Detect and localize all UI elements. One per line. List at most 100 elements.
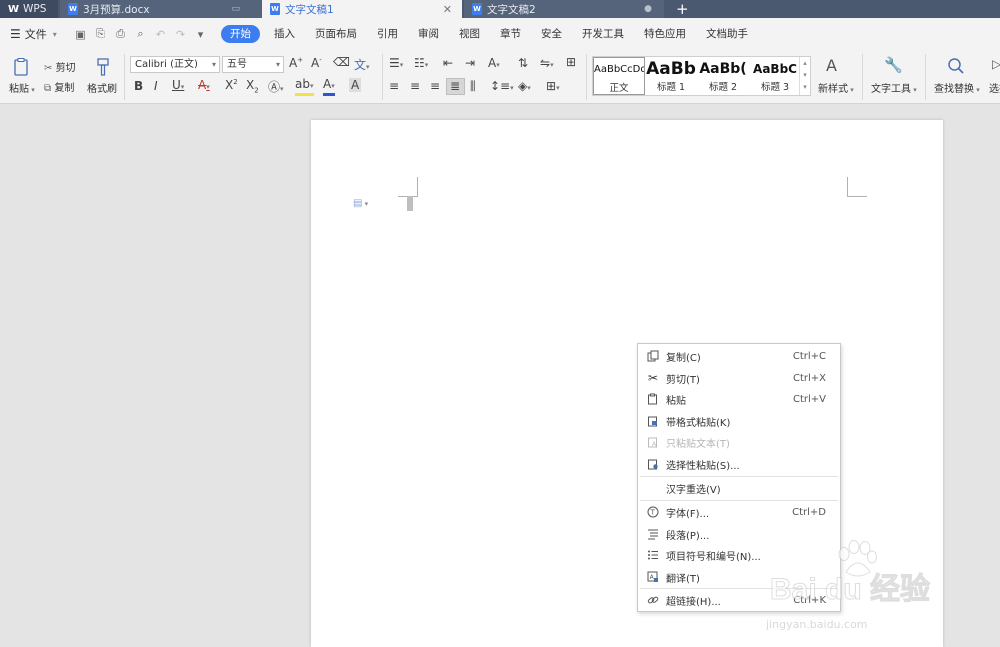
find-replace-label: 查找替换 xyxy=(934,84,974,95)
doc-file-icon: W xyxy=(270,3,280,15)
decrease-indent-icon[interactable]: ⇤ xyxy=(443,56,453,70)
format-painter-icon[interactable] xyxy=(93,57,113,77)
translate-icon: A xyxy=(646,570,660,584)
customize-chevron-icon[interactable]: ▾ xyxy=(194,28,207,41)
underline-icon[interactable]: U▾ xyxy=(172,78,184,92)
monitor-icon: ▭ xyxy=(231,4,240,14)
styles-scroll[interactable]: ▴ ▾ ▾ xyxy=(799,57,810,95)
doc-file-icon: W xyxy=(68,3,78,15)
cut-button[interactable]: ✂ 剪切 xyxy=(44,59,76,74)
paste-button[interactable]: 粘贴 ▾ xyxy=(9,80,35,95)
numbering-icon[interactable]: ☷▾ xyxy=(414,56,428,70)
bullets-icon[interactable]: ☰▾ xyxy=(389,56,403,70)
distributed-align-icon[interactable]: ⫼ xyxy=(470,79,476,94)
tab-doc-assistant[interactable]: 文档助手 xyxy=(696,25,758,43)
paste-options-icon[interactable]: ▤ ▾ xyxy=(353,198,368,209)
menu-item-reselect-hanzi[interactable]: 汉字重选(V) xyxy=(638,477,840,499)
menu-item-label: 复制(C) xyxy=(666,352,701,364)
borders-icon[interactable]: ⊞▾ xyxy=(546,79,560,93)
format-painter-button[interactable]: 格式刷 xyxy=(87,80,117,95)
menu-item-paste-keep-format[interactable]: 带格式粘贴(K) xyxy=(638,410,840,432)
grow-font-icon[interactable]: A+ xyxy=(289,56,303,70)
margin-mark-top-left xyxy=(398,177,418,197)
tab-page-layout[interactable]: 页面布局 xyxy=(305,25,367,43)
menu-item-paste-text-only[interactable]: A 只粘贴文本(T) xyxy=(638,431,840,453)
menu-item-shortcut: Ctrl+V xyxy=(792,393,826,405)
paste-icon[interactable] xyxy=(12,57,32,77)
find-replace-button[interactable]: 查找替换 ▾ xyxy=(934,80,980,95)
shrink-font-icon[interactable]: A- xyxy=(311,56,322,70)
tab-doc-2[interactable]: W 文字文稿2 ● xyxy=(464,0,664,18)
paste-special-icon xyxy=(646,457,660,471)
tab-features[interactable]: 特色应用 xyxy=(634,25,696,43)
file-menu-button[interactable]: ☰ 文件 ▾ xyxy=(0,26,66,42)
align-center-icon[interactable]: ≡ xyxy=(410,79,420,93)
style-normal[interactable]: AaBbCcDd 正文 xyxy=(593,57,645,95)
tab-references[interactable]: 引用 xyxy=(367,25,408,43)
print-preview-icon[interactable]: ⌕ xyxy=(134,27,147,41)
menu-item-shortcut: Ctrl+X xyxy=(792,372,826,384)
menu-item-font[interactable]: T 字体(F)... Ctrl+D xyxy=(638,501,840,523)
hamburger-icon: ☰ xyxy=(10,27,21,41)
subscript-icon[interactable]: X2 xyxy=(246,78,259,94)
align-left-icon[interactable]: ≡ xyxy=(389,79,399,93)
new-style-button[interactable]: 新样式 ▾ xyxy=(818,80,854,95)
menu-item-label: 只粘贴文本(T) xyxy=(666,438,730,450)
italic-icon[interactable]: I xyxy=(154,79,158,93)
font-color-icon[interactable]: A▾ xyxy=(323,78,335,96)
style-heading-3[interactable]: AaBbC 标题 3 xyxy=(749,57,801,95)
text-tools-button[interactable]: 文字工具 ▾ xyxy=(871,80,917,95)
clear-format-icon[interactable]: ⌫ xyxy=(333,55,350,69)
tab-review[interactable]: 审阅 xyxy=(408,25,449,43)
line-break-icon[interactable]: ⇋▾ xyxy=(540,56,554,70)
redo-icon[interactable]: ↷ xyxy=(174,28,187,41)
print-icon[interactable]: ⎙ xyxy=(114,27,127,41)
style-normal-preview: AaBbCcDd xyxy=(594,64,644,75)
undo-icon[interactable]: ↶ xyxy=(154,28,167,41)
highlight-icon[interactable]: ab▾ xyxy=(295,78,314,96)
phonetic-guide-icon[interactable]: 文▾ xyxy=(354,56,370,73)
hyperlink-icon xyxy=(646,593,660,607)
strikethrough-icon[interactable]: A▾ xyxy=(198,78,210,92)
tab-doc-3yue[interactable]: W 3月预算.docx ▭ xyxy=(60,0,262,18)
watermark-brand: Bai du 经验 xyxy=(769,573,931,607)
watermark-url: jingyan.baidu.com xyxy=(766,618,868,631)
style-heading-2[interactable]: AaBb( 标题 2 xyxy=(697,57,749,95)
font-size-select[interactable]: 五号 xyxy=(222,56,284,73)
tab-security[interactable]: 安全 xyxy=(531,25,572,43)
menu-item-copy[interactable]: 复制(C) Ctrl+C xyxy=(638,345,840,367)
save-icon[interactable]: ▣ xyxy=(74,28,87,41)
text-effect-icon[interactable]: Ⓐ▾ xyxy=(268,78,284,95)
style-heading-1[interactable]: AaBb 标题 1 xyxy=(645,57,697,95)
select-button[interactable]: 选择 xyxy=(989,80,1000,95)
menu-item-label: 字体(F)... xyxy=(666,508,710,520)
tab-developer[interactable]: 开发工具 xyxy=(572,25,634,43)
char-shading-icon[interactable]: A xyxy=(349,78,362,92)
align-right-icon[interactable]: ≡ xyxy=(430,79,440,93)
file-menu-label: 文件 xyxy=(24,28,47,41)
tab-view[interactable]: 视图 xyxy=(449,25,490,43)
close-tab-icon[interactable]: ✕ xyxy=(443,3,452,16)
tab-insert[interactable]: 插入 xyxy=(264,25,305,43)
table-grid-icon[interactable]: ⊞ xyxy=(566,55,576,69)
char-format-icon[interactable]: A▾ xyxy=(488,56,500,70)
superscript-icon[interactable]: X2 xyxy=(225,78,238,92)
text-cursor xyxy=(407,196,413,211)
menu-item-cut[interactable]: ✂ 剪切(T) Ctrl+X xyxy=(638,367,840,389)
bold-icon[interactable]: B xyxy=(134,79,143,93)
menu-item-paste[interactable]: 粘贴 Ctrl+V xyxy=(638,388,840,410)
line-spacing-icon[interactable]: ↕≡▾ xyxy=(490,79,514,93)
sort-icon[interactable]: ⇅ xyxy=(518,56,528,70)
paragraph-icon xyxy=(646,527,660,541)
tab-sections[interactable]: 章节 xyxy=(490,25,531,43)
font-name-select[interactable]: Calibri (正文) xyxy=(130,56,220,73)
new-tab-button[interactable]: + xyxy=(670,0,694,18)
tab-doc-active[interactable]: W 文字文稿1 ✕ xyxy=(262,0,462,18)
tab-start[interactable]: 开始 xyxy=(221,25,260,43)
export-icon[interactable]: ⎘ xyxy=(94,27,107,41)
tab-wps-home[interactable]: W WPS xyxy=(0,0,58,18)
increase-indent-icon[interactable]: ⇥ xyxy=(465,56,475,70)
copy-button[interactable]: ⧉ 复制 xyxy=(44,79,74,94)
menu-item-paste-special[interactable]: 选择性粘贴(S)... xyxy=(638,453,840,475)
shading-icon[interactable]: ◈▾ xyxy=(518,79,531,93)
